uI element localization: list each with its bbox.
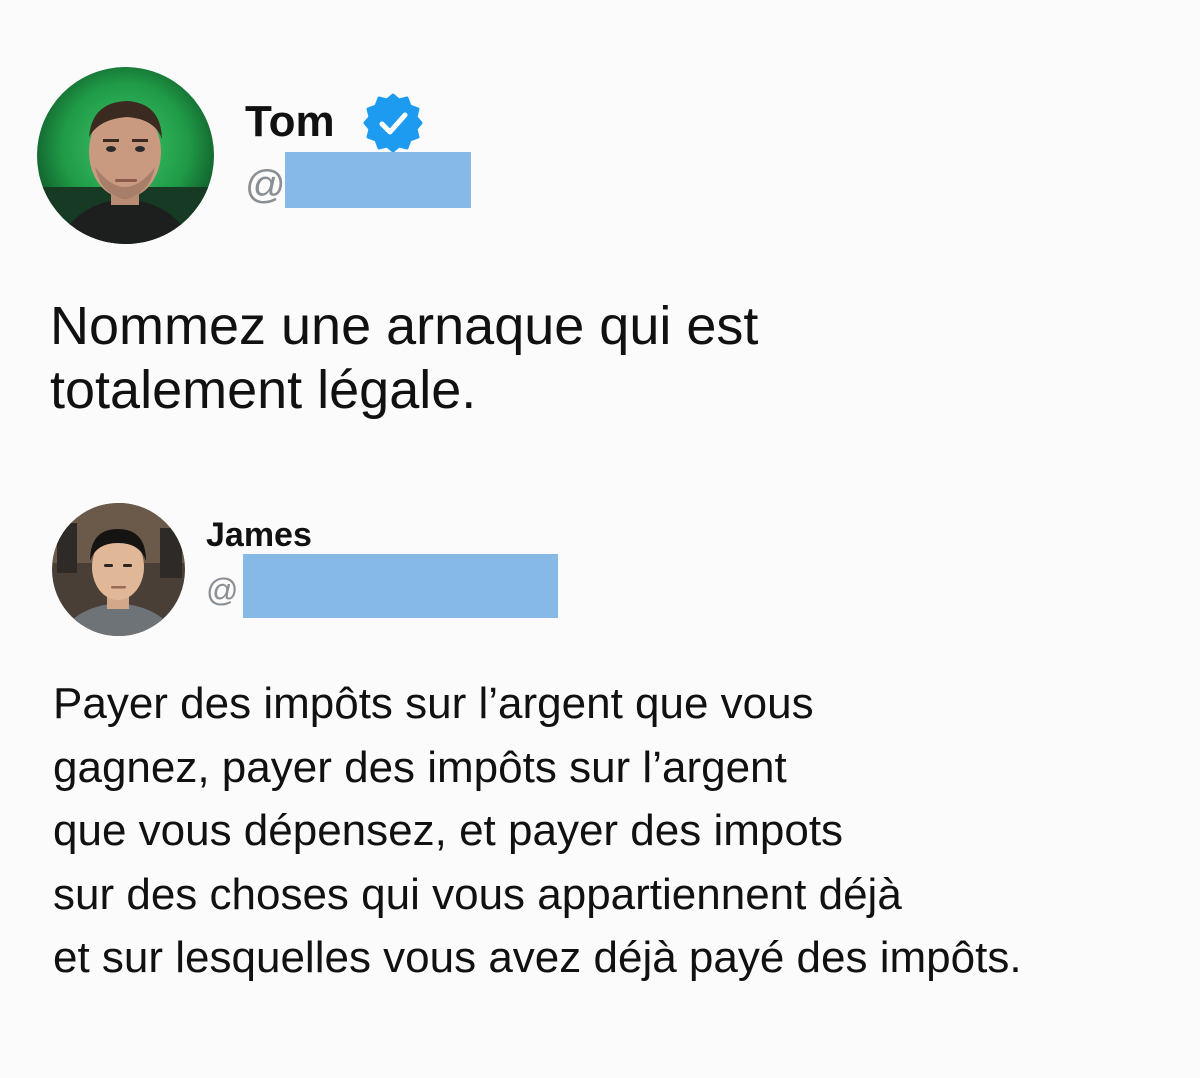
verified-badge-icon (362, 92, 424, 154)
avatar-photo-icon (52, 503, 185, 636)
tweet-screenshot: Tom @ Nommez une arnaque qui est totalem… (0, 0, 1200, 1078)
reply-author-name[interactable]: James (206, 515, 312, 555)
handle-redaction (285, 152, 471, 208)
tweet-text: Nommez une arnaque qui est totalement lé… (50, 296, 759, 420)
handle-redaction (243, 554, 558, 618)
avatar-photo-icon (37, 67, 214, 244)
author-name[interactable]: Tom (245, 96, 335, 148)
reply-text: Payer des impôts sur l’argent que vous g… (53, 679, 1022, 982)
avatar-james[interactable] (52, 503, 185, 636)
author-handle-prefix[interactable]: @ (245, 162, 286, 208)
avatar-tom[interactable] (37, 67, 214, 244)
reply-author-handle-prefix[interactable]: @ (206, 571, 238, 609)
